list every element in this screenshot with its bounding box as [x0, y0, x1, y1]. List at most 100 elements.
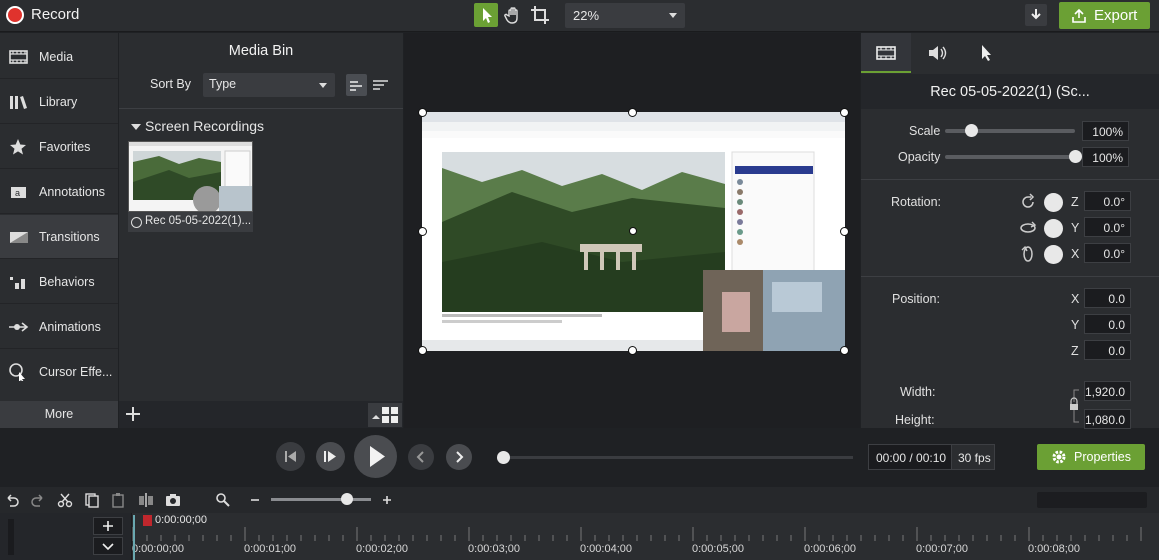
position-x-input[interactable]: 0.0: [1084, 288, 1131, 308]
download-button[interactable]: [1025, 4, 1047, 26]
split-icon[interactable]: [138, 492, 154, 508]
sidebar-item-label: Transitions: [39, 230, 100, 244]
timeline-zoom-slider[interactable]: [271, 498, 371, 501]
height-input[interactable]: 1,080.0: [1084, 409, 1131, 429]
playhead-marker[interactable]: [143, 515, 152, 526]
undo-icon[interactable]: [4, 492, 20, 508]
playhead-line[interactable]: [133, 515, 135, 560]
annotation-icon: a: [11, 187, 26, 198]
opacity-input[interactable]: 100%: [1082, 147, 1129, 167]
tab-audio-properties[interactable]: [912, 33, 962, 73]
rotate-x-icon: [1021, 245, 1033, 262]
ruler-tick-label: 0:00:07;00: [916, 543, 968, 555]
zoom-in-icon[interactable]: [379, 492, 395, 508]
pan-tool-button[interactable]: [501, 3, 525, 27]
play-button[interactable]: [354, 435, 397, 478]
scrubber-knob[interactable]: [497, 451, 510, 464]
previous-marker-button[interactable]: [408, 444, 434, 470]
sidebar-item-label: Favorites: [39, 140, 91, 154]
rotation-z-dial[interactable]: [1044, 193, 1063, 212]
sidebar-item-favorites[interactable]: Favorites: [0, 125, 118, 169]
copy-icon[interactable]: [84, 492, 100, 508]
next-frame-step-button[interactable]: [316, 442, 345, 471]
media-clip-thumbnail[interactable]: [128, 141, 253, 212]
record-button[interactable]: Record: [31, 6, 79, 23]
track-handle[interactable]: [8, 519, 14, 555]
sidebar-item-animations[interactable]: Animations: [0, 305, 118, 349]
scale-input[interactable]: 100%: [1082, 121, 1129, 141]
previous-frame-button[interactable]: [276, 442, 305, 471]
center-handle[interactable]: [629, 227, 637, 235]
more-button[interactable]: More: [0, 401, 118, 428]
position-y-input[interactable]: 0.0: [1084, 314, 1131, 334]
sidebar: Media Library Favorites a Annotations Tr…: [0, 33, 118, 428]
rotation-y-dial[interactable]: [1044, 219, 1063, 238]
rotation-x-input[interactable]: 0.0°: [1084, 243, 1131, 263]
thumbnail-view-button[interactable]: [346, 74, 367, 96]
camera-icon[interactable]: [165, 492, 181, 508]
sidebar-item-behaviors[interactable]: Behaviors: [0, 260, 118, 304]
add-media-button[interactable]: [122, 403, 144, 425]
position-label: Position:: [892, 292, 940, 306]
crop-tool-button[interactable]: [528, 3, 552, 27]
paste-icon[interactable]: [110, 492, 126, 508]
axis-y-label: Y: [1071, 221, 1080, 235]
export-button[interactable]: Export: [1059, 2, 1150, 29]
timeline-ruler[interactable]: 0:00:00;00 0:00:01;00 0:00:02;00 0:00:03…: [132, 513, 1159, 560]
caret-down-icon[interactable]: [131, 124, 141, 130]
sidebar-item-label: Animations: [39, 320, 101, 334]
plus-icon: [126, 407, 140, 421]
resize-handle[interactable]: [418, 346, 427, 355]
track-header-area: [0, 513, 131, 560]
grid-view-button[interactable]: [368, 403, 402, 427]
magnifier-icon[interactable]: [215, 492, 231, 508]
height-label: Height:: [895, 413, 935, 427]
properties-button[interactable]: Properties: [1037, 444, 1145, 470]
select-tool-button[interactable]: [474, 3, 498, 27]
aspect-lock-icon[interactable]: [1065, 388, 1083, 424]
timeline-scroll-overview[interactable]: [1037, 492, 1147, 508]
next-marker-button[interactable]: [446, 444, 472, 470]
collapse-tracks-button[interactable]: [93, 537, 123, 555]
zoom-select[interactable]: 22%: [565, 3, 685, 28]
resize-handle[interactable]: [418, 227, 427, 236]
opacity-slider[interactable]: [945, 155, 1075, 159]
resize-handle[interactable]: [628, 346, 637, 355]
sidebar-item-cursor-effects[interactable]: Cursor Effe...: [0, 350, 118, 394]
cut-icon[interactable]: [57, 492, 73, 508]
film-icon: [9, 50, 28, 64]
fps-select[interactable]: 30 fps: [951, 444, 995, 470]
clip-select-radio[interactable]: [131, 217, 142, 228]
sort-select[interactable]: Type: [203, 73, 335, 97]
zoom-value: 22%: [573, 8, 600, 23]
sidebar-item-media[interactable]: Media: [0, 35, 118, 79]
sidebar-item-annotations[interactable]: a Annotations: [0, 170, 118, 214]
chevron-right-icon: [456, 451, 464, 463]
timeline-zoom-knob[interactable]: [341, 493, 353, 505]
width-input[interactable]: 1,920.0: [1084, 381, 1131, 401]
resize-handle[interactable]: [418, 108, 427, 117]
resize-handle[interactable]: [628, 108, 637, 117]
scale-slider-knob[interactable]: [965, 124, 978, 137]
sidebar-item-transitions[interactable]: Transitions: [0, 215, 118, 259]
rotation-z-input[interactable]: 0.0°: [1084, 191, 1131, 211]
opacity-slider-knob[interactable]: [1069, 150, 1082, 163]
tab-cursor-properties[interactable]: [962, 33, 1012, 73]
zoom-out-icon[interactable]: [247, 492, 263, 508]
section-header-screen-recordings[interactable]: Screen Recordings: [145, 118, 264, 134]
add-track-button[interactable]: [93, 517, 123, 535]
detail-view-button[interactable]: [370, 74, 391, 96]
scrubber-track[interactable]: [503, 456, 853, 459]
record-icon[interactable]: [6, 6, 24, 24]
rotation-y-input[interactable]: 0.0°: [1084, 217, 1131, 237]
gear-icon: [1052, 450, 1066, 464]
rotation-x-dial[interactable]: [1044, 245, 1063, 264]
position-z-input[interactable]: 0.0: [1084, 340, 1131, 360]
resize-handle[interactable]: [840, 227, 849, 236]
resize-handle[interactable]: [840, 108, 849, 117]
rotate-y-icon: [1020, 221, 1037, 233]
resize-handle[interactable]: [840, 346, 849, 355]
redo-icon[interactable]: [30, 492, 46, 508]
tab-visual-properties[interactable]: [861, 33, 911, 73]
sidebar-item-library[interactable]: Library: [0, 80, 118, 124]
